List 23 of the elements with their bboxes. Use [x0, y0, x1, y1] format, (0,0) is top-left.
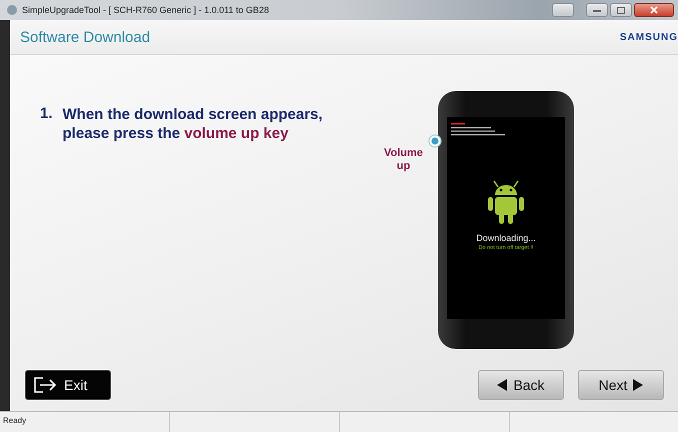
instruction-text: When the download screen appears, please press the volume up key — [62, 105, 323, 144]
minimize-icon — [593, 8, 601, 12]
left-triangle-icon — [497, 379, 508, 391]
close-icon — [650, 6, 658, 14]
next-button[interactable]: Next — [578, 370, 664, 400]
restore-button[interactable] — [552, 3, 574, 17]
right-triangle-icon — [633, 379, 644, 391]
exit-button[interactable]: Exit — [25, 370, 111, 400]
volume-key-marker-icon — [428, 134, 442, 148]
exit-icon — [34, 377, 58, 393]
step-number: 1. — [40, 105, 53, 124]
minimize-button[interactable] — [586, 3, 608, 17]
page-title: Software Download — [20, 28, 150, 46]
close-button[interactable] — [634, 3, 674, 17]
brand-logo: SAMSUNG — [620, 32, 678, 42]
maximize-icon — [617, 6, 625, 14]
status-text: Ready — [0, 412, 170, 432]
maximize-button[interactable] — [610, 3, 632, 17]
back-button[interactable]: Back — [478, 370, 564, 400]
downloading-text: Downloading... — [476, 233, 536, 243]
volume-label: Volume up — [384, 147, 423, 173]
app-icon — [6, 4, 18, 16]
window-title: SimpleUpgradeTool - [ SCH-R760 Generic ] - 1.0.011 to GB28 — [22, 5, 270, 15]
